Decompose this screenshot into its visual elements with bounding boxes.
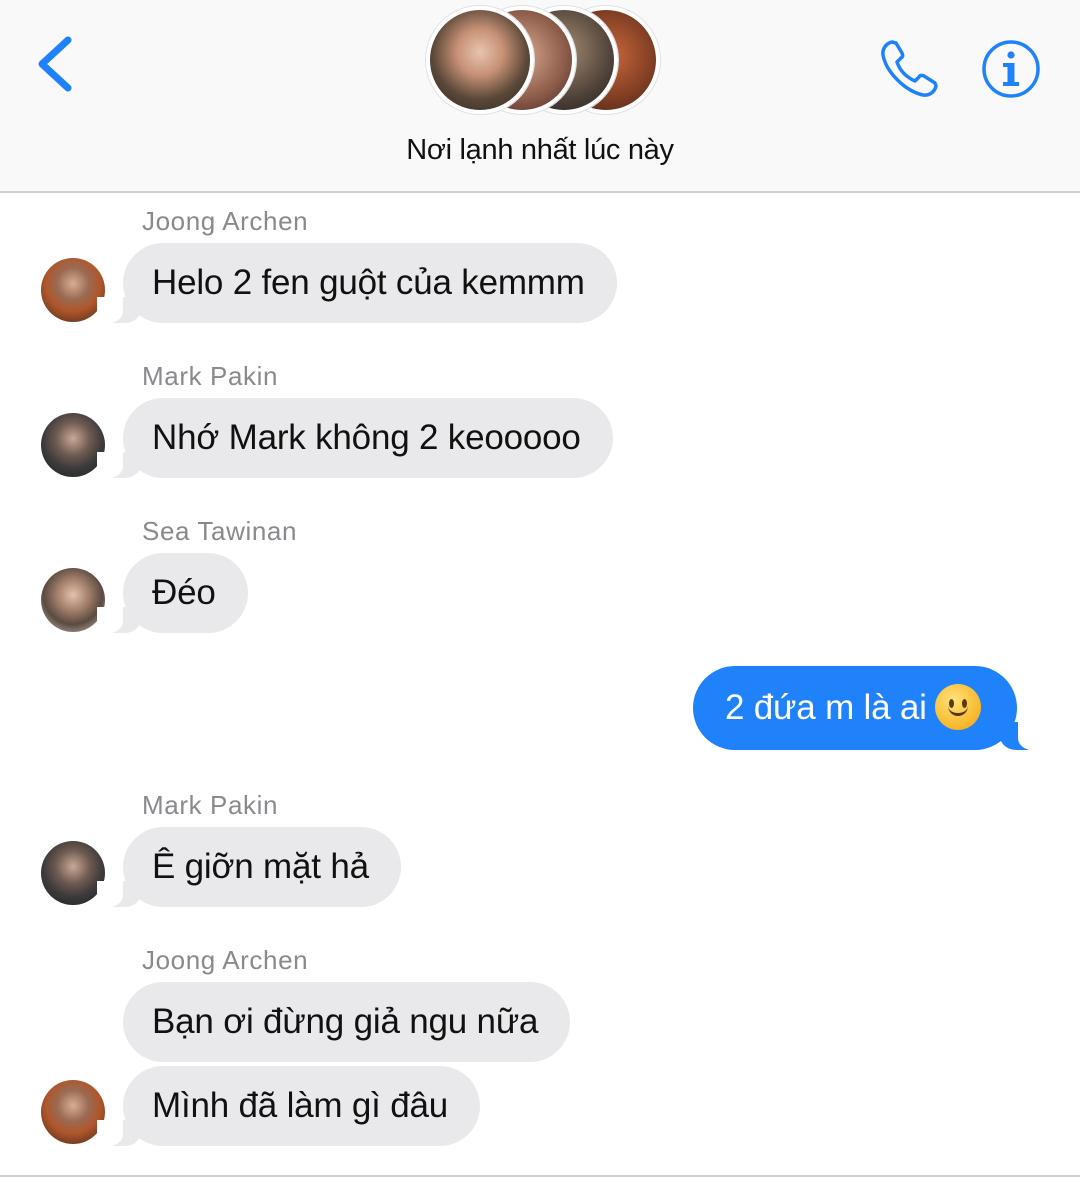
message-bubble[interactable]: Helo 2 fen guột của kemmm — [97, 243, 617, 323]
message-bubble[interactable]: Ê giỡn mặt hả — [97, 827, 401, 907]
sender-avatar[interactable] — [41, 568, 105, 632]
sender-name: Joong Archen — [142, 206, 309, 236]
sender-name: Joong Archen — [142, 945, 309, 975]
sender-avatar[interactable] — [41, 1080, 105, 1144]
message-text-content: 2 đứa m là ai — [725, 688, 927, 727]
outgoing-message-bubble[interactable]: 2 đứa m là ai — [693, 666, 1044, 750]
sender-avatar[interactable] — [41, 841, 105, 905]
sender-name: Sea Tawinan — [142, 516, 298, 546]
info-button[interactable] — [981, 39, 1041, 99]
message-bubble[interactable]: Đéo — [97, 553, 248, 633]
group-member-avatar — [426, 6, 534, 114]
call-button[interactable] — [878, 38, 942, 100]
sender-name: Mark Pakin — [142, 361, 279, 391]
message-text: Mình đã làm gì đâu — [96, 1066, 481, 1146]
chevron-left-icon — [38, 36, 72, 92]
sender-avatar[interactable] — [41, 258, 105, 322]
message-bubble[interactable]: Bạn ơi đừng giả ngu nữa — [123, 982, 571, 1062]
phone-icon — [881, 40, 938, 97]
back-button[interactable] — [34, 34, 78, 94]
message-bubble[interactable]: Nhớ Mark không 2 keooooo — [97, 398, 613, 478]
slightly-smiling-face-icon — [934, 683, 981, 730]
info-icon — [982, 40, 1040, 98]
chat-header: Nơi lạnh nhất lúc này — [0, 0, 1080, 193]
message-text: Helo 2 fen guột của kemmm — [97, 243, 617, 323]
group-avatar-stack[interactable] — [426, 6, 660, 116]
message-text: 2 đứa m là ai — [693, 666, 1044, 750]
message-text: Nhớ Mark không 2 keooooo — [97, 398, 613, 478]
message-text: Đéo — [97, 553, 248, 633]
sender-avatar[interactable] — [41, 413, 105, 477]
message-text: Ê giỡn mặt hả — [97, 827, 401, 907]
message-bubble[interactable]: Mình đã làm gì đâu — [96, 1066, 481, 1146]
sender-name: Mark Pakin — [142, 790, 279, 820]
divider — [0, 1175, 1080, 1177]
chat-title[interactable]: Nơi lạnh nhất lúc này — [0, 134, 1080, 167]
message-text: Bạn ơi đừng giả ngu nữa — [123, 982, 571, 1062]
